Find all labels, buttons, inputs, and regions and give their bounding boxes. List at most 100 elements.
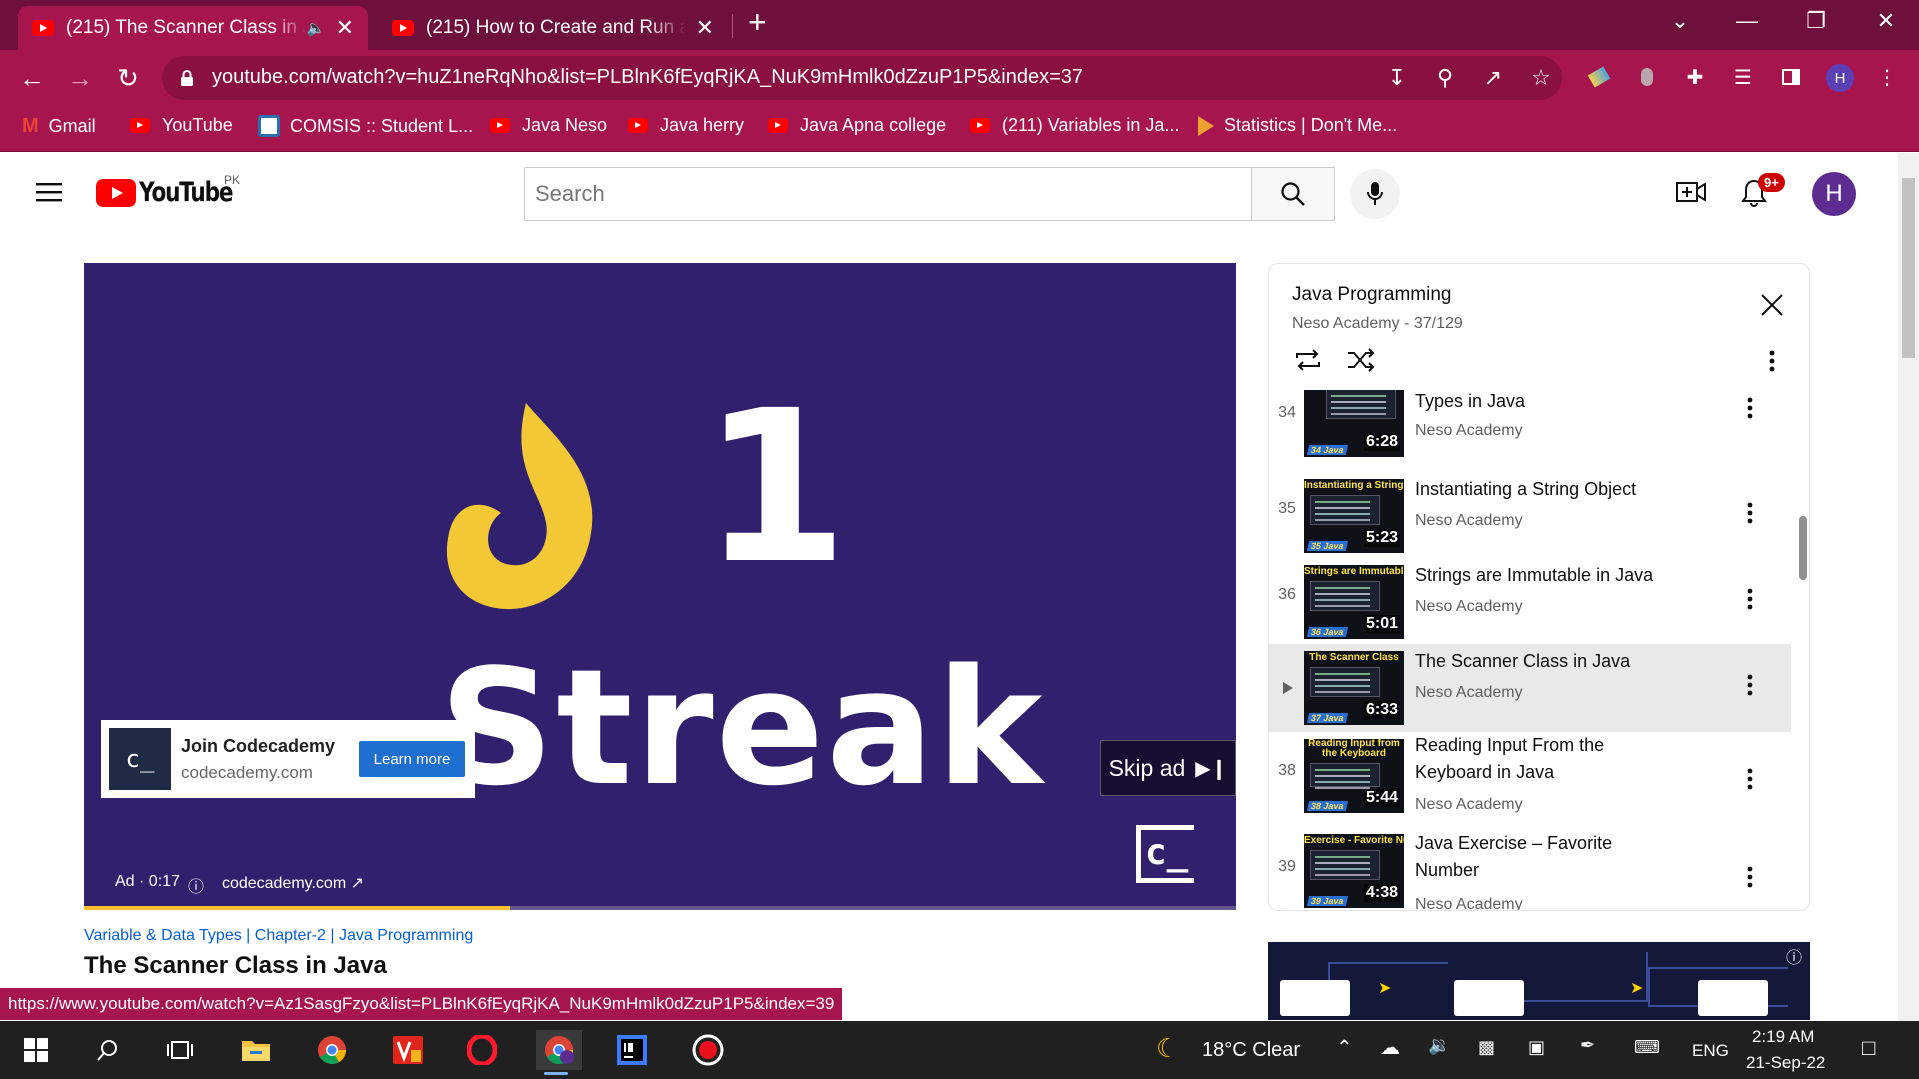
playlist-item[interactable]: 39 Exercise - Favorite Number 39 Java 4:… <box>1269 824 1791 910</box>
more-options-icon[interactable] <box>1747 674 1753 696</box>
more-options-icon[interactable] <box>1769 350 1775 372</box>
shuffle-icon[interactable] <box>1346 348 1376 372</box>
media-control-icon[interactable]: ☰ <box>1728 62 1758 92</box>
lock-icon[interactable] <box>180 69 194 87</box>
address-bar[interactable]: youtube.com/watch?v=huZ1neRqNho&list=PLB… <box>162 56 1562 100</box>
channel-name: Neso Academy <box>1415 684 1523 701</box>
back-button[interactable]: ← <box>14 60 50 96</box>
new-tab-button[interactable]: + <box>748 4 767 41</box>
profile-avatar[interactable]: H <box>1826 64 1854 92</box>
learn-more-button[interactable]: Learn more <box>359 741 465 777</box>
ad-progress-bar[interactable] <box>84 906 1236 910</box>
minimize-button[interactable]: — <box>1727 8 1767 34</box>
playlist-item[interactable]: 34 34 Java 6:28 Types in Java Neso Acade… <box>1269 390 1791 464</box>
chrome-menu-icon[interactable]: ⋮ <box>1872 62 1902 92</box>
create-video-icon[interactable] <box>1676 180 1706 204</box>
volume-icon[interactable]: 🔉 <box>1428 1035 1450 1056</box>
playlist-item[interactable]: 35 Instantiating a String Object 35 Java… <box>1269 472 1791 560</box>
playlist-item[interactable]: 38 Reading Input from the Keyboard 38 Ja… <box>1269 732 1791 824</box>
playlist-item[interactable]: 36 Strings are Immutable 36 Java 5:01 St… <box>1269 558 1791 646</box>
pen-icon[interactable]: ✒ <box>1580 1035 1595 1056</box>
bookmark-comsis[interactable]: COMSIS :: Student L... <box>258 115 473 137</box>
tab-search-chevron-icon[interactable]: ⌄ <box>1660 8 1700 34</box>
search-input[interactable] <box>525 168 1251 220</box>
ad-card-title: Join Codecademy <box>181 735 336 756</box>
show-hidden-icons-chevron-icon[interactable]: ⌃ <box>1336 1035 1353 1060</box>
side-panel-icon[interactable] <box>1776 62 1806 92</box>
search-icon[interactable] <box>88 1030 128 1070</box>
bookmark-star-icon[interactable]: ☆ <box>1526 63 1556 93</box>
account-avatar[interactable]: H <box>1812 172 1856 216</box>
reload-button[interactable]: ↻ <box>110 60 146 96</box>
close-icon[interactable] <box>1761 294 1783 316</box>
playlist-scrollbar[interactable] <box>1799 516 1807 580</box>
playlist-items: 34 34 Java 6:28 Types in Java Neso Acade… <box>1269 390 1791 910</box>
hamburger-menu-icon[interactable] <box>36 182 62 202</box>
video-title: Java Exercise – Favorite Number <box>1415 833 1613 880</box>
more-options-icon[interactable] <box>1747 866 1753 888</box>
weather-text[interactable]: 18°C Clear <box>1202 1039 1300 1062</box>
ad-info-icon[interactable]: ⓘ <box>1786 944 1802 968</box>
close-icon[interactable]: ✕ <box>696 15 714 41</box>
info-icon[interactable]: ⓘ <box>188 873 204 897</box>
bookmark-java-herry[interactable]: Java herry <box>628 115 744 136</box>
page-scrollbar-thumb[interactable] <box>1902 178 1915 358</box>
extensions-puzzle-icon[interactable]: ✚ <box>1680 62 1710 92</box>
onedrive-cloud-icon[interactable]: ☁ <box>1380 1035 1400 1060</box>
input-language[interactable]: ENG <box>1692 1041 1729 1061</box>
notification-center-icon[interactable]: □ <box>1862 1035 1875 1061</box>
touch-keyboard-icon[interactable]: ⌨ <box>1634 1037 1660 1058</box>
chrome-profile-icon[interactable] <box>536 1030 582 1075</box>
skip-ad-button[interactable]: Skip ad ▶❙ <box>1100 740 1236 796</box>
bookmark-statistics[interactable]: Statistics | Don't Me... <box>1198 115 1397 136</box>
bolt-icon: ➤ <box>1630 980 1644 997</box>
weather-moon-icon: ☾ <box>1156 1033 1180 1063</box>
playlist-title[interactable]: Java Programming <box>1292 284 1451 306</box>
close-icon[interactable]: ✕ <box>336 15 354 41</box>
file-explorer-icon[interactable] <box>236 1030 276 1070</box>
bookmark-java-apna-college[interactable]: Java Apna college <box>768 115 946 136</box>
extension-paint-icon[interactable] <box>1584 62 1614 92</box>
close-window-button[interactable]: ✕ <box>1866 8 1906 34</box>
voice-search-button[interactable] <box>1350 169 1400 219</box>
skip-ad-label: Skip ad <box>1108 754 1186 781</box>
more-options-icon[interactable] <box>1747 397 1753 419</box>
share-icon[interactable]: ↗ <box>1478 63 1508 93</box>
zoom-icon[interactable]: ⚲ <box>1430 63 1460 93</box>
restore-button[interactable]: ❐ <box>1796 8 1836 34</box>
bookmark-youtube[interactable]: YouTube <box>130 115 233 136</box>
ad-card[interactable]: c_ Join Codecademy codecademy.com Learn … <box>101 720 475 798</box>
windows-start-icon[interactable] <box>16 1030 56 1070</box>
more-options-icon[interactable] <box>1747 502 1753 524</box>
clock-date[interactable]: 21-Sep-22 <box>1746 1053 1825 1073</box>
video-player[interactable]: 1 Streak c_ Join Codecademy codecademy.c… <box>84 263 1236 910</box>
task-view-icon[interactable] <box>160 1030 200 1070</box>
tab-create-run[interactable]: (215) How to Create and Run a Ja ✕ <box>378 6 728 50</box>
battery-icon[interactable]: ▩ <box>1478 1037 1495 1058</box>
chrome-icon[interactable] <box>312 1030 352 1070</box>
install-app-icon[interactable]: ↧ <box>1382 63 1412 93</box>
meet-now-icon[interactable]: ▣ <box>1528 1037 1545 1058</box>
recorder-icon[interactable] <box>688 1030 728 1070</box>
tab-scanner-class[interactable]: (215) The Scanner Class in Ja 🔈 ✕ <box>18 6 368 50</box>
intellij-icon[interactable] <box>612 1030 652 1070</box>
sidebar-ad-banner[interactable]: ➤ ➤ ⓘ <box>1268 942 1810 1020</box>
more-options-icon[interactable] <box>1747 768 1753 790</box>
bookmark-gmail[interactable]: M Gmail <box>22 115 96 138</box>
playlist-item-current[interactable]: The Scanner Class 37 Java 6:33 The Scann… <box>1269 644 1791 732</box>
search-icon <box>1281 182 1305 206</box>
clock-time[interactable]: 2:19 AM <box>1752 1027 1814 1047</box>
bookmark-java-neso[interactable]: Java Neso <box>490 115 607 136</box>
vmix-icon[interactable] <box>388 1030 428 1070</box>
loop-icon[interactable] <box>1293 348 1323 372</box>
bookmark-variables-in-java[interactable]: (211) Variables in Ja... <box>970 115 1179 136</box>
video-hashtags[interactable]: Variable & Data Types | Chapter-2 | Java… <box>84 927 473 945</box>
extension-gray-icon[interactable] <box>1632 62 1662 92</box>
opera-icon[interactable] <box>462 1030 502 1070</box>
page-scrollbar[interactable] <box>1898 153 1919 1021</box>
ad-domain-link[interactable]: codecademy.com ↗ <box>222 873 364 897</box>
more-options-icon[interactable] <box>1747 588 1753 610</box>
forward-button[interactable]: → <box>62 60 98 96</box>
speaker-icon[interactable]: 🔈 <box>307 19 326 37</box>
search-button[interactable] <box>1251 167 1335 221</box>
